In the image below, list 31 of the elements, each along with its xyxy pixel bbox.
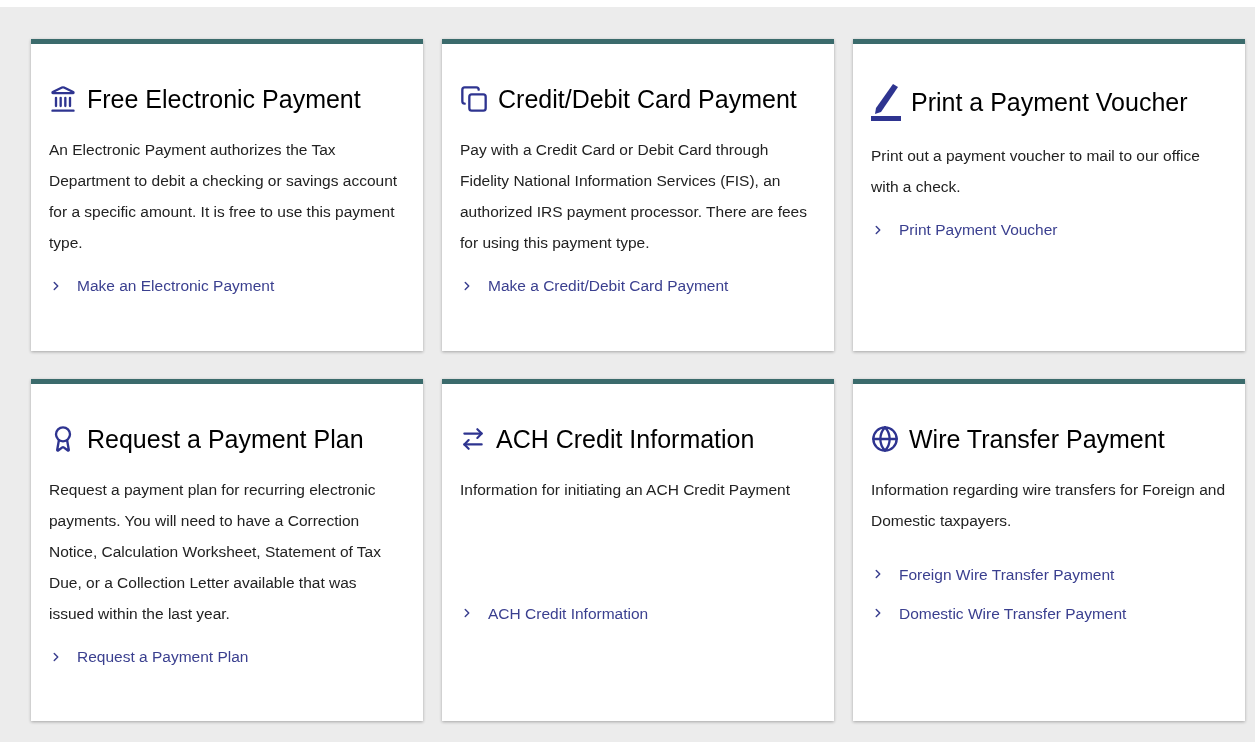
card-description: Pay with a Credit Card or Debit Card through Fidelity National Information Services (FIS), an authorized IRS payment processor. There are fees for using this payment type. [460,140,808,253]
arrows-icon [460,426,486,452]
card-link[interactable]: Foreign Wire Transfer Payment [871,562,1227,586]
link-text: Domestic Wire Transfer Payment [899,603,1127,624]
card-link[interactable]: Make a Credit/Debit Card Payment [460,274,816,298]
card-description: An Electronic Payment authorizes the Tax Department to debit a checking or savings account for a specific amount. It is free to use this payment type. [49,140,399,253]
card-link[interactable]: Print Payment Voucher [871,218,1227,242]
card-link[interactable]: Domestic Wire Transfer Payment [871,601,1227,625]
card-description: Request a payment plan for recurring electronic payments. You will need to have a Correction Notice, Calculation Worksheet, Statement of Tax Due, or a Collection Letter available that was issued within the last year. [49,480,382,624]
card-link[interactable]: Request a Payment Plan [49,645,405,669]
card-description: Information regarding wire transfers for Foreign and Domestic taxpayers. [871,480,1227,531]
card-title: ACH Credit Information [496,424,755,455]
card-title: Wire Transfer Payment [909,424,1165,455]
card-description: Print out a payment voucher to mail to our office with a check. [871,146,1201,197]
globe-icon [871,425,899,453]
cards-icon [460,85,488,113]
card-title: Free Electronic Payment [87,84,361,115]
link-text: Make a Credit/Debit Card Payment [488,276,729,296]
card-title: Print a Payment Voucher [911,87,1188,118]
card-description: Information for initiating an ACH Credit Payment [460,480,791,500]
card-title: Request a Payment Plan [87,424,364,455]
link-text: Make an Electronic Payment [77,276,275,296]
bank-icon [49,85,77,113]
pen-icon [871,82,901,122]
card-title: Credit/Debit Card Payment [498,84,797,115]
link-text: Request a Payment Plan [77,647,249,667]
link-text: ACH Credit Information [488,603,649,624]
link-text: Foreign Wire Transfer Payment [899,564,1115,585]
link-text: Print Payment Voucher [899,220,1058,240]
card-link[interactable]: ACH Credit Information [460,601,816,625]
card-link[interactable]: Make an Electronic Payment [49,274,405,298]
